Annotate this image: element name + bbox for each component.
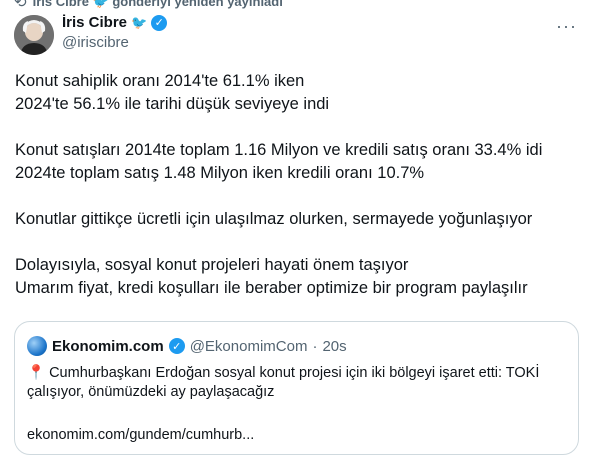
ekonomim-logo-icon bbox=[27, 336, 47, 356]
quoted-tweet-link[interactable]: ekonomim.com/gundem/cumhurb... bbox=[27, 427, 254, 443]
more-options-icon[interactable]: ··· bbox=[556, 16, 577, 37]
quoted-author-handle[interactable]: @EkonomimCom bbox=[190, 338, 308, 355]
tweet-paragraph: Konutlar gittikçe ücretli için ulaşılmaz… bbox=[15, 210, 533, 228]
quoted-tweet-header: Ekonomim.com ✓ @EkonomimCom · 20s bbox=[27, 336, 347, 356]
author-name[interactable]: İris Cibre bbox=[62, 14, 127, 31]
quoted-tweet-text: 📍 Cumhurbaşkanı Erdoğan sosyal konut pro… bbox=[27, 365, 540, 400]
quoted-timestamp[interactable]: 20s bbox=[322, 338, 346, 355]
verified-badge-icon: ✓ bbox=[151, 14, 168, 31]
meta-separator: · bbox=[312, 337, 318, 355]
verified-badge-icon: ✓ bbox=[168, 338, 185, 354]
tweet-paragraph: Konut sahiplik oranı 2014'te 61.1% iken … bbox=[15, 72, 330, 113]
repost-indicator: ⟲ İris Cibre 🐦 gönderiyi yeniden yayınla… bbox=[14, 0, 283, 11]
author-handle[interactable]: @iriscibre bbox=[62, 34, 167, 51]
repost-icon: ⟲ bbox=[14, 0, 27, 11]
tweet-paragraph: Konut satışları 2014te toplam 1.16 Milyo… bbox=[15, 141, 543, 182]
quoted-tweet-card[interactable]: Ekonomim.com ✓ @EkonomimCom · 20s 📍 Cumh… bbox=[14, 321, 579, 455]
avatar-image bbox=[14, 15, 54, 55]
author-block: İris Cibre 🐦 ✓ @iriscibre bbox=[62, 14, 168, 51]
tweet-paragraph: Dolayısıyla, sosyal konut projeleri haya… bbox=[15, 256, 528, 297]
repost-text: İris Cibre 🐦 gönderiyi yeniden yayınladı bbox=[32, 0, 283, 9]
avatar[interactable] bbox=[14, 15, 54, 55]
author-emoji: 🐦 bbox=[131, 14, 148, 30]
tweet-text: Konut sahiplik oranı 2014'te 61.1% iken … bbox=[15, 70, 580, 323]
quoted-author-name[interactable]: Ekonomim.com bbox=[52, 338, 164, 355]
